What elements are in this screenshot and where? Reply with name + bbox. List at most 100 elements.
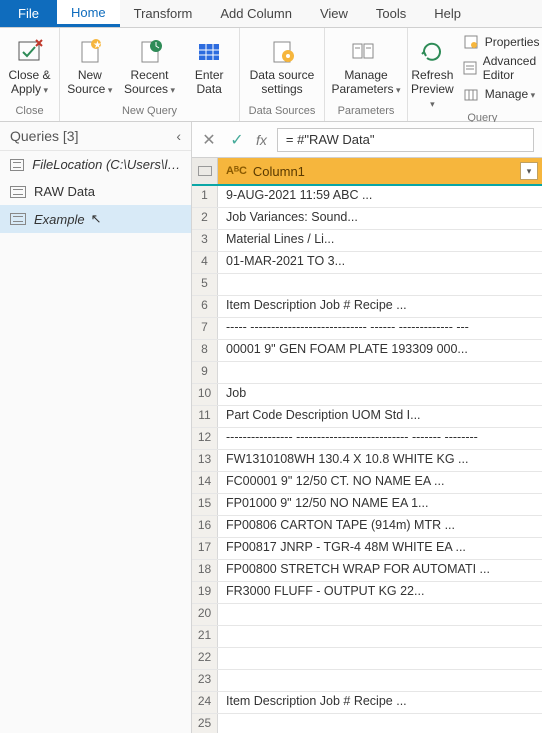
row-number[interactable]: 25 xyxy=(192,714,218,733)
table-row[interactable]: 7----- ---------------------------- ----… xyxy=(192,318,542,340)
cell[interactable]: Job xyxy=(218,384,542,405)
cell[interactable]: FP00806 CARTON TAPE (914m) MTR ... xyxy=(218,516,542,537)
table-row[interactable]: 2 Job Variances: Sound... xyxy=(192,208,542,230)
row-number[interactable]: 4 xyxy=(192,252,218,273)
data-grid[interactable]: AᴮC Column1 ▾ 19-AUG-2021 11:59 ABC ...2… xyxy=(192,158,542,733)
row-number[interactable]: 15 xyxy=(192,494,218,515)
row-number[interactable]: 5 xyxy=(192,274,218,295)
row-number[interactable]: 24 xyxy=(192,692,218,713)
collapse-queries-icon[interactable]: ‹ xyxy=(176,128,181,144)
row-number[interactable]: 20 xyxy=(192,604,218,625)
row-number[interactable]: 23 xyxy=(192,670,218,691)
cell[interactable]: FC00001 9" 12/50 CT. NO NAME EA ... xyxy=(218,472,542,493)
table-row[interactable]: 9 xyxy=(192,362,542,384)
table-row[interactable]: 10 Job xyxy=(192,384,542,406)
manage-parameters-button[interactable]: Manage Parameters xyxy=(325,32,407,97)
table-row[interactable]: 17 FP00817 JNRP - TGR-4 48M WHITE EA ... xyxy=(192,538,542,560)
manage-button[interactable]: Manage xyxy=(463,86,542,102)
table-row[interactable]: 22 xyxy=(192,648,542,670)
advanced-editor-button[interactable]: Advanced Editor xyxy=(463,54,542,82)
row-number[interactable]: 6 xyxy=(192,296,218,317)
row-number[interactable]: 13 xyxy=(192,450,218,471)
refresh-preview-button[interactable]: Refresh Preview xyxy=(408,32,457,110)
row-number[interactable]: 14 xyxy=(192,472,218,493)
table-row[interactable]: 23 xyxy=(192,670,542,692)
row-number[interactable]: 10 xyxy=(192,384,218,405)
row-number[interactable]: 7 xyxy=(192,318,218,339)
cell[interactable]: FP00800 STRETCH WRAP FOR AUTOMATI ... xyxy=(218,560,542,581)
row-number[interactable]: 12 xyxy=(192,428,218,449)
table-row[interactable]: 6Item Description Job # Recipe ... xyxy=(192,296,542,318)
row-number[interactable]: 2 xyxy=(192,208,218,229)
cell[interactable]: Material Lines / Li... xyxy=(218,230,542,251)
table-row[interactable]: 14 FC00001 9" 12/50 CT. NO NAME EA ... xyxy=(192,472,542,494)
query-item-raw-data[interactable]: RAW Data xyxy=(0,178,191,205)
row-number[interactable]: 16 xyxy=(192,516,218,537)
row-number[interactable]: 9 xyxy=(192,362,218,383)
row-number[interactable]: 19 xyxy=(192,582,218,603)
column-header-column1[interactable]: AᴮC Column1 ▾ xyxy=(218,158,542,184)
cell[interactable] xyxy=(218,670,542,691)
table-row[interactable]: 25 xyxy=(192,714,542,733)
cell[interactable]: ----- ---------------------------- -----… xyxy=(218,318,542,339)
table-row[interactable]: 11 Part Code Description UOM Std I... xyxy=(192,406,542,428)
cell[interactable]: ---------------- -----------------------… xyxy=(218,428,542,449)
row-number[interactable]: 3 xyxy=(192,230,218,251)
tab-home[interactable]: Home xyxy=(57,0,120,27)
table-row[interactable]: 15 FP01000 9" 12/50 NO NAME EA 1... xyxy=(192,494,542,516)
fx-icon[interactable]: fx xyxy=(256,132,267,148)
tab-add-column[interactable]: Add Column xyxy=(206,0,306,27)
cell[interactable]: Job Variances: Sound... xyxy=(218,208,542,229)
cell[interactable] xyxy=(218,274,542,295)
commit-formula-button[interactable]: ✓ xyxy=(228,130,246,150)
row-number[interactable]: 17 xyxy=(192,538,218,559)
cell[interactable]: 00001 9" GEN FOAM PLATE 193309 000... xyxy=(218,340,542,361)
table-row[interactable]: 18 FP00800 STRETCH WRAP FOR AUTOMATI ... xyxy=(192,560,542,582)
data-source-settings-button[interactable]: Data source settings xyxy=(240,32,324,97)
properties-button[interactable]: Properties xyxy=(463,34,542,50)
table-row[interactable]: 800001 9" GEN FOAM PLATE 193309 000... xyxy=(192,340,542,362)
cell[interactable] xyxy=(218,648,542,669)
cell[interactable] xyxy=(218,714,542,733)
query-item-example[interactable]: Example ↖ xyxy=(0,205,191,233)
row-number[interactable]: 18 xyxy=(192,560,218,581)
tab-help[interactable]: Help xyxy=(420,0,475,27)
row-number[interactable]: 11 xyxy=(192,406,218,427)
enter-data-button[interactable]: Enter Data xyxy=(179,32,239,97)
row-number[interactable]: 22 xyxy=(192,648,218,669)
table-row[interactable]: 5 xyxy=(192,274,542,296)
cell[interactable] xyxy=(218,362,542,383)
row-number[interactable]: 8 xyxy=(192,340,218,361)
tab-tools[interactable]: Tools xyxy=(362,0,420,27)
table-row[interactable]: 19 FR3000 FLUFF - OUTPUT KG 22... xyxy=(192,582,542,604)
table-row[interactable]: 12 ---------------- --------------------… xyxy=(192,428,542,450)
cell[interactable] xyxy=(218,604,542,625)
table-row[interactable]: 16 FP00806 CARTON TAPE (914m) MTR ... xyxy=(192,516,542,538)
cell[interactable]: FP01000 9" 12/50 NO NAME EA 1... xyxy=(218,494,542,515)
cell[interactable]: Part Code Description UOM Std I... xyxy=(218,406,542,427)
cell[interactable]: FP00817 JNRP - TGR-4 48M WHITE EA ... xyxy=(218,538,542,559)
cell[interactable]: 9-AUG-2021 11:59 ABC ... xyxy=(218,186,542,207)
table-row[interactable]: 24Item Description Job # Recipe ... xyxy=(192,692,542,714)
select-all-corner[interactable] xyxy=(192,158,218,184)
column-filter-dropdown[interactable]: ▾ xyxy=(520,162,538,180)
tab-file[interactable]: File xyxy=(0,0,57,27)
close-apply-button[interactable]: Close & Apply xyxy=(0,32,59,97)
tab-view[interactable]: View xyxy=(306,0,362,27)
table-row[interactable]: 20 xyxy=(192,604,542,626)
query-item-filelocation[interactable]: FileLocation (C:\Users\lisde... xyxy=(0,151,191,178)
tab-transform[interactable]: Transform xyxy=(120,0,207,27)
cancel-formula-button[interactable]: ✕ xyxy=(200,130,218,150)
table-row[interactable]: 21 xyxy=(192,626,542,648)
table-row[interactable]: 19-AUG-2021 11:59 ABC ... xyxy=(192,186,542,208)
formula-input[interactable]: = #"RAW Data" xyxy=(277,128,534,152)
table-row[interactable]: 13 FW1310108WH 130.4 X 10.8 WHITE KG ... xyxy=(192,450,542,472)
cell[interactable]: FW1310108WH 130.4 X 10.8 WHITE KG ... xyxy=(218,450,542,471)
cell[interactable]: Item Description Job # Recipe ... xyxy=(218,692,542,713)
cell[interactable] xyxy=(218,626,542,647)
cell[interactable]: FR3000 FLUFF - OUTPUT KG 22... xyxy=(218,582,542,603)
table-row[interactable]: 3 Material Lines / Li... xyxy=(192,230,542,252)
new-source-button[interactable]: ★ New Source xyxy=(60,32,120,97)
cell[interactable]: 01-MAR-2021 TO 3... xyxy=(218,252,542,273)
row-number[interactable]: 1 xyxy=(192,186,218,207)
